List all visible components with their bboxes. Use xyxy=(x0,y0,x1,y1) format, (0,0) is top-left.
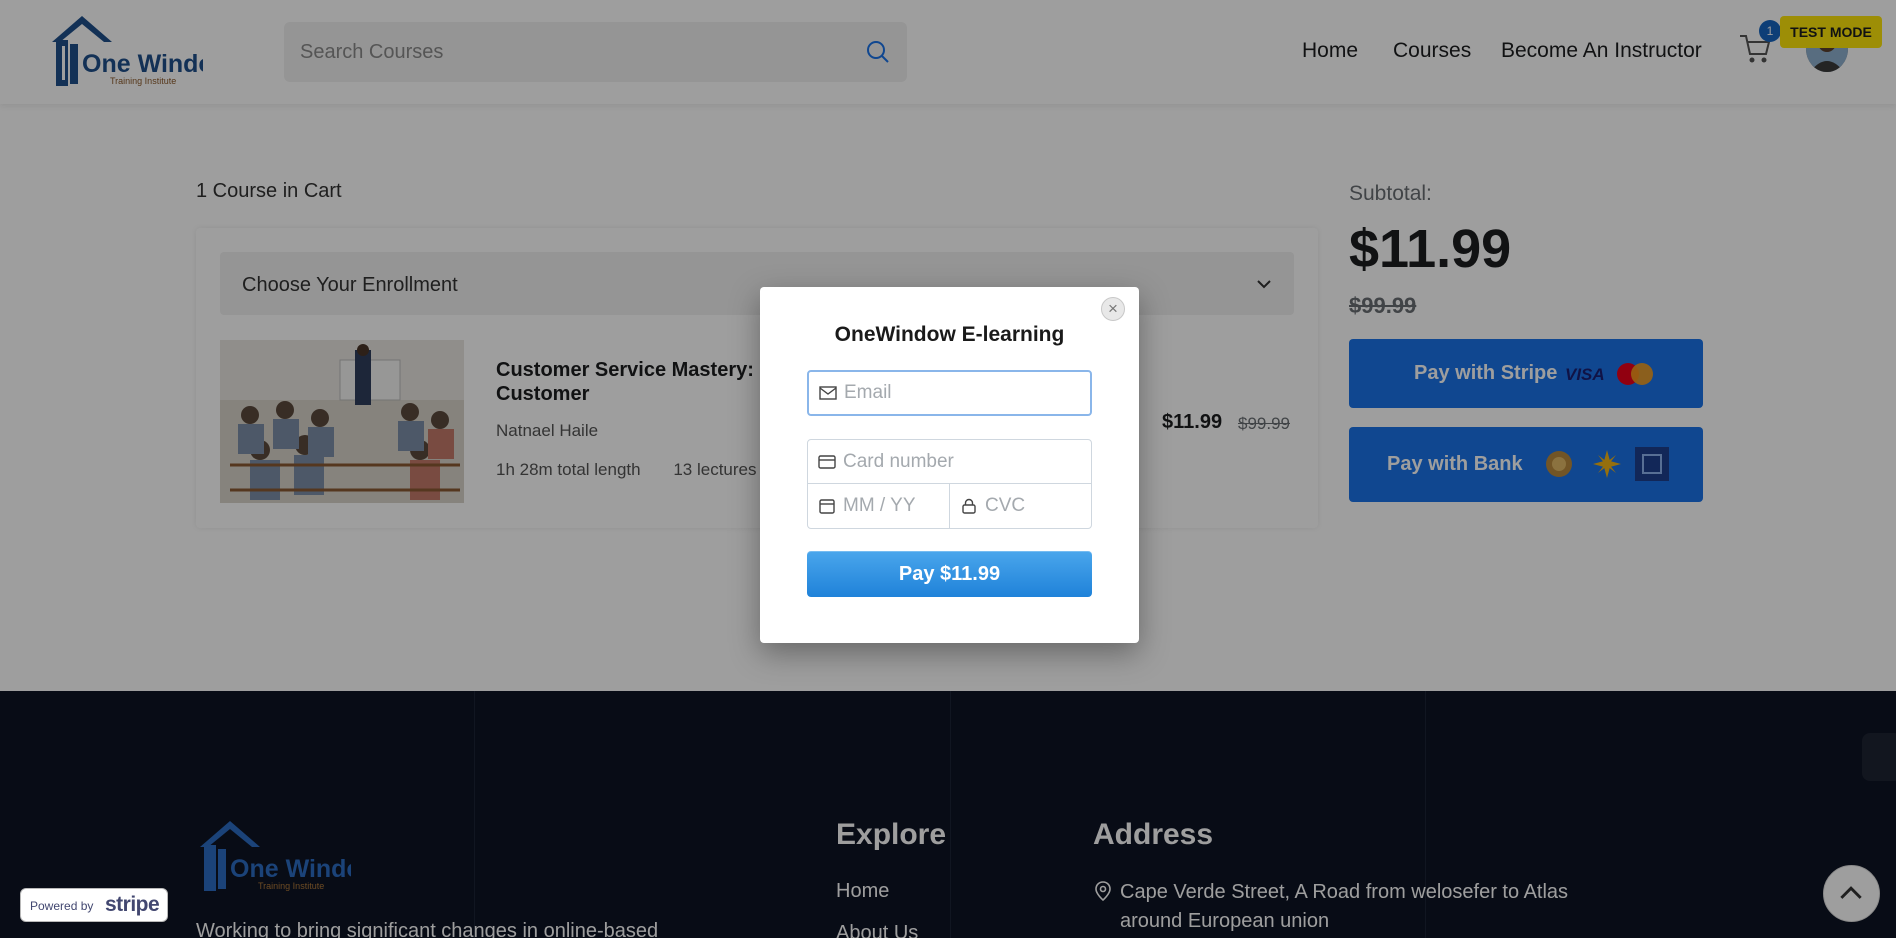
modal-close-button[interactable]: × xyxy=(1101,297,1125,321)
email-field[interactable] xyxy=(807,370,1092,416)
powered-by-stripe-badge[interactable]: Powered by stripe xyxy=(20,888,168,922)
card-number-input[interactable] xyxy=(843,440,1083,483)
stripe-checkout-modal: × OneWindow E-learning Email Card number… xyxy=(760,287,1139,643)
cvc-field[interactable] xyxy=(950,484,1091,528)
powered-by-text: Powered by xyxy=(30,899,94,913)
card-details-group xyxy=(807,439,1092,529)
lock-icon xyxy=(962,498,976,514)
cvc-input[interactable] xyxy=(985,484,1085,528)
credit-card-icon xyxy=(818,455,836,469)
email-input[interactable] xyxy=(844,372,1084,414)
modal-title: OneWindow E-learning xyxy=(834,323,1065,346)
stripe-wordmark: stripe xyxy=(105,893,160,916)
mail-icon xyxy=(819,386,837,400)
calendar-icon xyxy=(819,499,835,514)
expiry-field[interactable] xyxy=(808,484,950,528)
card-number-field[interactable] xyxy=(808,440,1091,484)
expiry-input[interactable] xyxy=(843,484,943,528)
modal-pay-button[interactable]: Pay $11.99 xyxy=(807,551,1092,597)
